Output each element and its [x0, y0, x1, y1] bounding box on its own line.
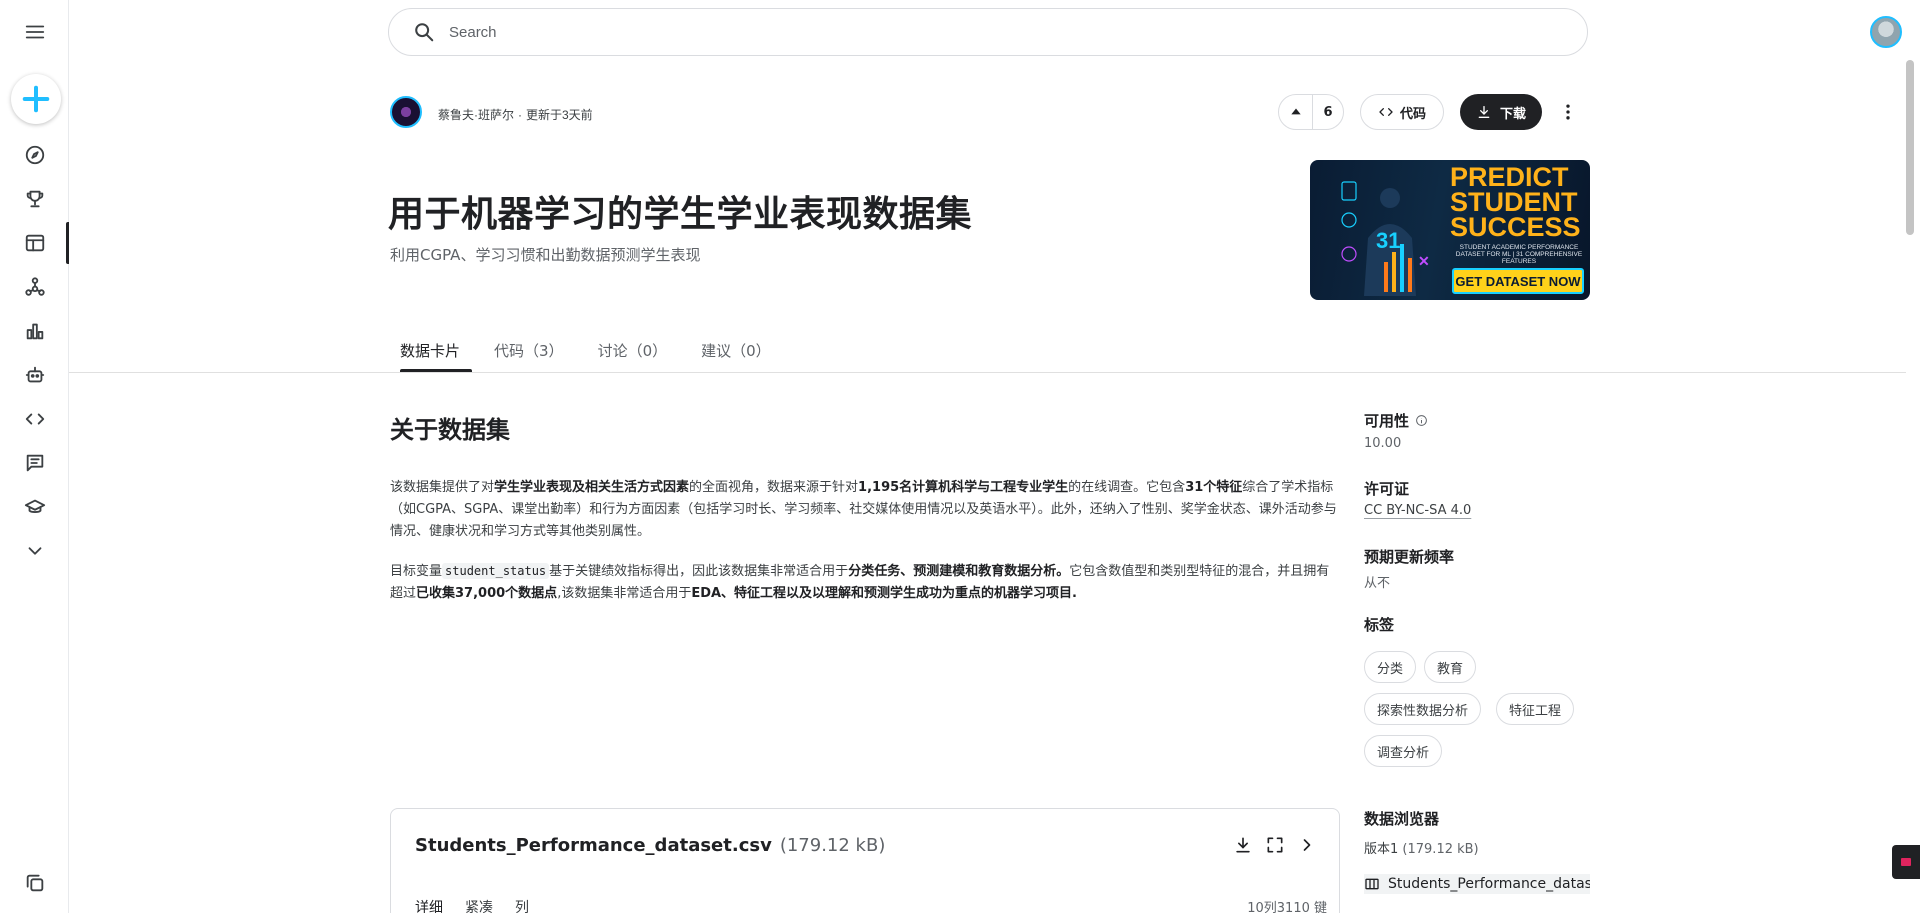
- file-name[interactable]: Students_Performance_dataset.csv (179.12 …: [415, 835, 885, 856]
- code-button[interactable]: 代码: [1360, 94, 1444, 130]
- download-button-label: 下载: [1499, 106, 1526, 122]
- upvote-widget: 6: [1278, 94, 1344, 130]
- chevron-right-icon[interactable]: [1297, 835, 1317, 855]
- dataset-tabs: 数据卡片 代码（3） 讨论（0） 建议（0）: [388, 330, 793, 372]
- tag-chip[interactable]: 探索性数据分析: [1364, 693, 1482, 725]
- tab-discussion[interactable]: 讨论（0）: [586, 330, 680, 372]
- banner-tagline: STUDENT ACADEMIC PERFORMANCE DATASET FOR…: [1455, 244, 1583, 265]
- vote-count: 6: [1323, 104, 1333, 120]
- usability-value: 10.00: [1364, 436, 1402, 451]
- tab-code[interactable]: 代码（3）: [482, 330, 576, 372]
- discussion-icon[interactable]: [18, 446, 52, 480]
- file-size: (179.12 kB): [779, 835, 886, 856]
- more-vert-icon: [1566, 104, 1570, 120]
- learn-icon[interactable]: [18, 490, 52, 524]
- search-icon: [415, 23, 434, 42]
- chevron-down-icon[interactable]: [18, 534, 52, 568]
- tab-compact[interactable]: 紧凑: [465, 897, 493, 913]
- feedback-icon: [1901, 858, 1911, 866]
- more-options-button[interactable]: [1554, 98, 1582, 126]
- usability-heading: 可用性: [1364, 410, 1428, 431]
- upvote-button[interactable]: [1279, 95, 1313, 129]
- download-button[interactable]: 下载: [1460, 94, 1542, 130]
- owner-avatar[interactable]: [390, 96, 422, 128]
- table-icon: [1365, 878, 1379, 890]
- update-frequency-value: 从不: [1364, 576, 1391, 591]
- search-input[interactable]: [449, 23, 1549, 41]
- compass-icon[interactable]: [18, 138, 52, 172]
- tab-suggestions[interactable]: 建议（0）: [689, 330, 783, 372]
- create-button[interactable]: [11, 74, 61, 124]
- info-icon[interactable]: [1415, 414, 1428, 427]
- tags-heading: 标签: [1364, 616, 1395, 634]
- left-nav-rail: [0, 0, 69, 913]
- page-subtitle: 利用CGPA、学习习惯和出勤数据预测学生表现: [390, 246, 701, 264]
- search-bar[interactable]: [388, 8, 1588, 56]
- svg-text:✕: ✕: [1418, 253, 1430, 269]
- about-paragraph-1: 该数据集提供了对学生学业表现及相关生活方式因素的全面视角，数据来源于针对1,19…: [390, 480, 1337, 539]
- table-icon[interactable]: [18, 226, 52, 260]
- tag-chip[interactable]: 特征工程: [1496, 693, 1575, 725]
- active-nav-indicator: [66, 222, 69, 264]
- columns-info: 10列3110 键: [1247, 901, 1327, 913]
- scrollbar-thumb[interactable]: [1906, 60, 1914, 235]
- plus-icon: [22, 85, 50, 113]
- dataset-cover-image: 31 ✕ PREDICT STUDENT SUCCESS STUDENT ACA…: [1310, 160, 1590, 300]
- bar-chart-icon[interactable]: [18, 314, 52, 348]
- tag-chip[interactable]: 教育: [1424, 651, 1477, 683]
- code-icon: [1379, 108, 1393, 116]
- file-actions: [1233, 835, 1317, 855]
- fullscreen-icon[interactable]: [1265, 835, 1285, 855]
- tab-data-card[interactable]: 数据卡片: [388, 330, 473, 372]
- banner-number: 31: [1376, 228, 1400, 253]
- graduate-illustration: 31 ✕: [1341, 181, 1430, 296]
- robot-icon[interactable]: [18, 358, 52, 392]
- target-variable-code: student_status: [442, 563, 550, 579]
- tab-detail[interactable]: 详细: [415, 897, 443, 913]
- data-explorer-heading: 数据浏览器: [1364, 810, 1440, 828]
- download-icon: [1478, 106, 1490, 118]
- tag-chip[interactable]: 分类: [1364, 651, 1417, 683]
- file-view-tabs: 详细 紧凑 列: [415, 897, 529, 913]
- feedback-button[interactable]: [1892, 845, 1920, 879]
- menu-icon[interactable]: [18, 15, 52, 49]
- owner-info: 蔡鲁夫·班萨尔 · 更新于3天前: [438, 108, 593, 122]
- banner-headline: PREDICT STUDENT SUCCESS: [1450, 162, 1581, 242]
- owner-name[interactable]: 蔡鲁夫·班萨尔: [438, 108, 514, 122]
- banner-cta: GET DATASET NOW: [1452, 268, 1584, 294]
- about-heading: 关于数据集: [390, 416, 510, 444]
- trophy-icon[interactable]: [18, 182, 52, 216]
- license-heading: 许可证: [1364, 480, 1410, 498]
- updated-time: 更新于3天前: [526, 108, 593, 122]
- license-link[interactable]: CC BY-NC-SA 4.0: [1364, 503, 1471, 518]
- copy-icon[interactable]: [18, 866, 52, 900]
- user-avatar[interactable]: [1870, 16, 1902, 48]
- tab-columns[interactable]: 列: [515, 897, 529, 913]
- update-frequency-heading: 预期更新频率: [1364, 548, 1455, 566]
- tabs-divider: [69, 372, 1906, 373]
- explorer-file-item[interactable]: Students_Performance_dataset.csv: [1364, 874, 1590, 894]
- file-preview-card: Students_Performance_dataset.csv (179.12 …: [390, 808, 1340, 913]
- models-icon[interactable]: [18, 270, 52, 304]
- code-icon[interactable]: [18, 402, 52, 436]
- code-button-label: 代码: [1399, 106, 1426, 122]
- tag-chip[interactable]: 调查分析: [1364, 735, 1443, 767]
- about-paragraph-2: 目标变量 student_status 基于关键绩效指标得出，因此该数据集非常适合用…: [390, 563, 1330, 601]
- explorer-version[interactable]: 版本1 (179.12 kB): [1364, 838, 1479, 857]
- arrow-up-icon: [1290, 108, 1301, 115]
- download-icon[interactable]: [1233, 835, 1253, 855]
- page-title: 用于机器学习的学生学业表现数据集: [388, 194, 973, 235]
